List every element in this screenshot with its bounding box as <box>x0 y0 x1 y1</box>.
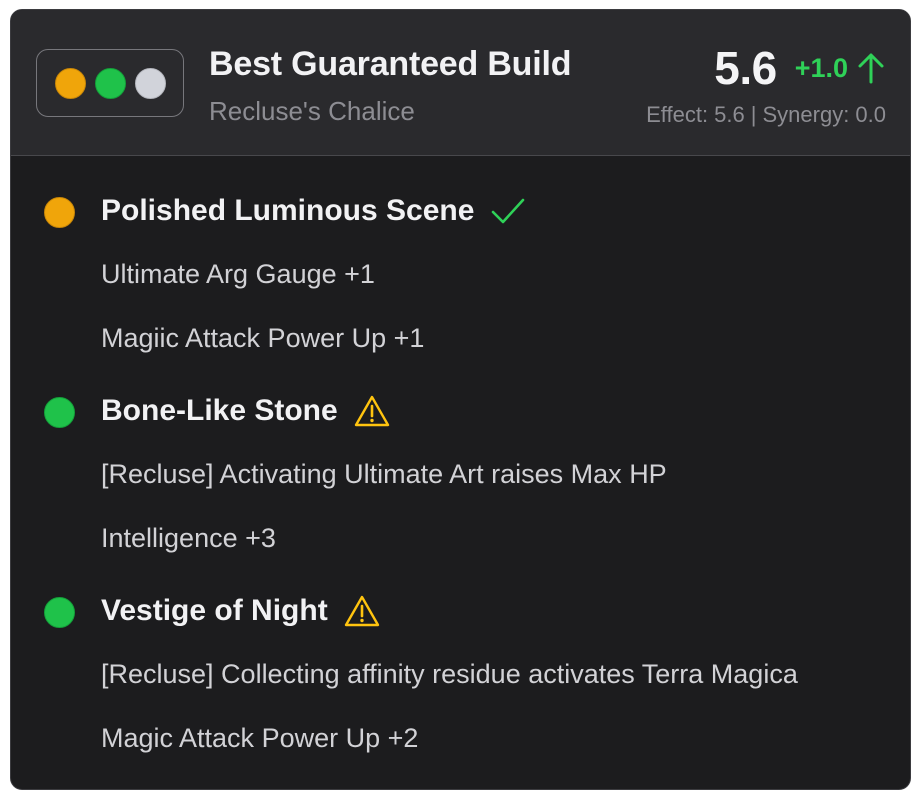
relic-color-dot-green <box>44 597 75 628</box>
arrow-up-icon <box>858 53 884 84</box>
relic-effect: Intelligence +3 <box>101 523 276 553</box>
score-delta: +1.0 <box>794 52 848 83</box>
build-card: Best Guaranteed Build Recluse's Chalice … <box>10 9 911 790</box>
stats-separator: | <box>750 102 757 127</box>
slot-dot-gray <box>134 67 166 99</box>
relic-name-row: Polished Luminous Scene <box>101 194 526 228</box>
relic-effect: Magic Attack Power Up +2 <box>101 723 419 753</box>
relic-color-dot-gold <box>44 197 75 228</box>
warning-icon <box>344 595 379 627</box>
relic-name-row: Bone-Like Stone <box>101 394 390 428</box>
effect-score: Effect: 5.6 <box>646 102 745 127</box>
relic-effect: [Recluse] Activating Ultimate Art raises… <box>101 459 667 489</box>
build-score: 5.6 <box>714 42 777 94</box>
relic-effect: Ultimate Arg Gauge +1 <box>101 259 375 289</box>
relic-effect: [Recluse] Collecting affinity residue ac… <box>101 659 798 689</box>
synergy-score: Synergy: 0.0 <box>762 102 886 127</box>
relic-effect: Magiic Attack Power Up +1 <box>101 323 425 353</box>
relic-name: Vestige of Night <box>101 594 328 627</box>
relic-name: Bone-Like Stone <box>101 394 338 427</box>
card-header: Best Guaranteed Build Recluse's Chalice … <box>11 10 910 156</box>
warning-icon <box>354 395 389 427</box>
relic-name-row: Vestige of Night <box>101 594 380 628</box>
slot-dot-green <box>94 67 126 99</box>
slot-dot-gold <box>54 67 86 99</box>
slot-color-indicator <box>36 49 184 117</box>
relic-name: Polished Luminous Scene <box>101 194 475 227</box>
score-row: 5.6 +1.0 <box>714 41 886 95</box>
check-icon <box>492 198 525 224</box>
score-breakdown: Effect: 5.6 | Synergy: 0.0 <box>646 102 886 128</box>
vessel-name: Recluse's Chalice <box>209 96 415 126</box>
build-title: Best Guaranteed Build <box>209 45 572 83</box>
relic-color-dot-green <box>44 397 75 428</box>
